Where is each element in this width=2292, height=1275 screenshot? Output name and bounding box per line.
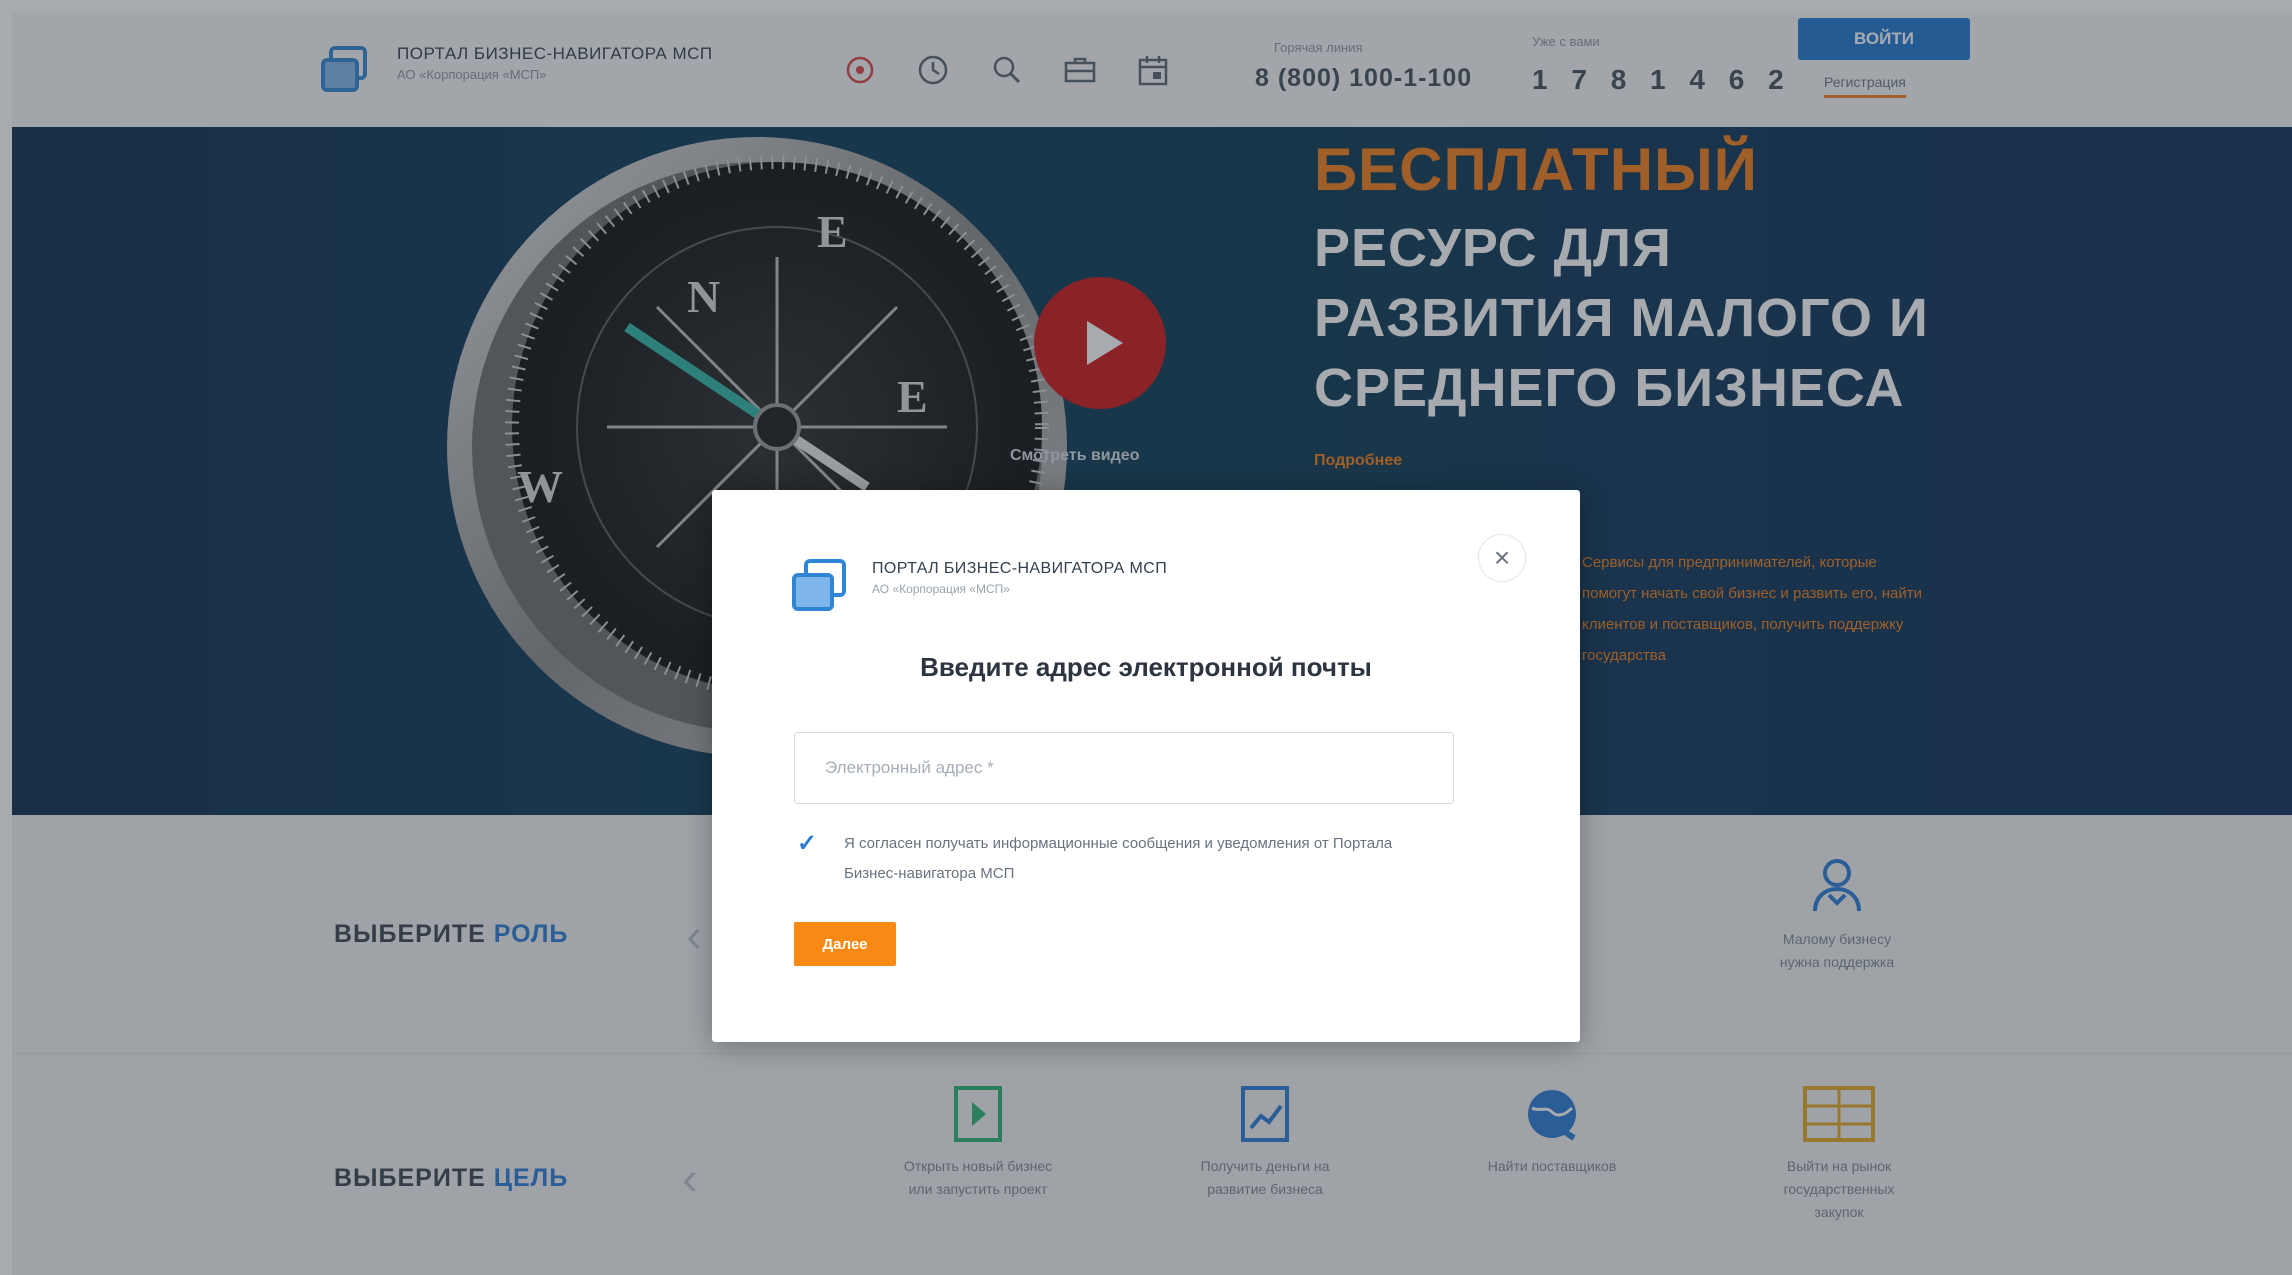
email-input[interactable]: [794, 732, 1454, 804]
close-modal-button[interactable]: ×: [1478, 534, 1526, 582]
checkmark-icon: ✓: [796, 829, 818, 857]
close-icon: ×: [1493, 542, 1511, 573]
consent-checkbox[interactable]: ✓: [794, 829, 820, 857]
modal-logo-icon: [792, 559, 846, 611]
modal-logo-title: ПОРТАЛ БИЗНЕС-НАВИГАТОРА МСП: [872, 560, 1168, 577]
next-button[interactable]: Далее: [794, 922, 896, 966]
consent-label: Я согласен получать информационные сообщ…: [844, 835, 1393, 882]
modal-heading: Введите адрес электронной почты: [920, 652, 1372, 682]
modal-logo-subtitle: АО «Корпорация «МСП»: [872, 582, 1010, 596]
email-subscription-modal: ПОРТАЛ БИЗНЕС-НАВИГАТОРА МСП АО «Корпора…: [712, 490, 1580, 1042]
